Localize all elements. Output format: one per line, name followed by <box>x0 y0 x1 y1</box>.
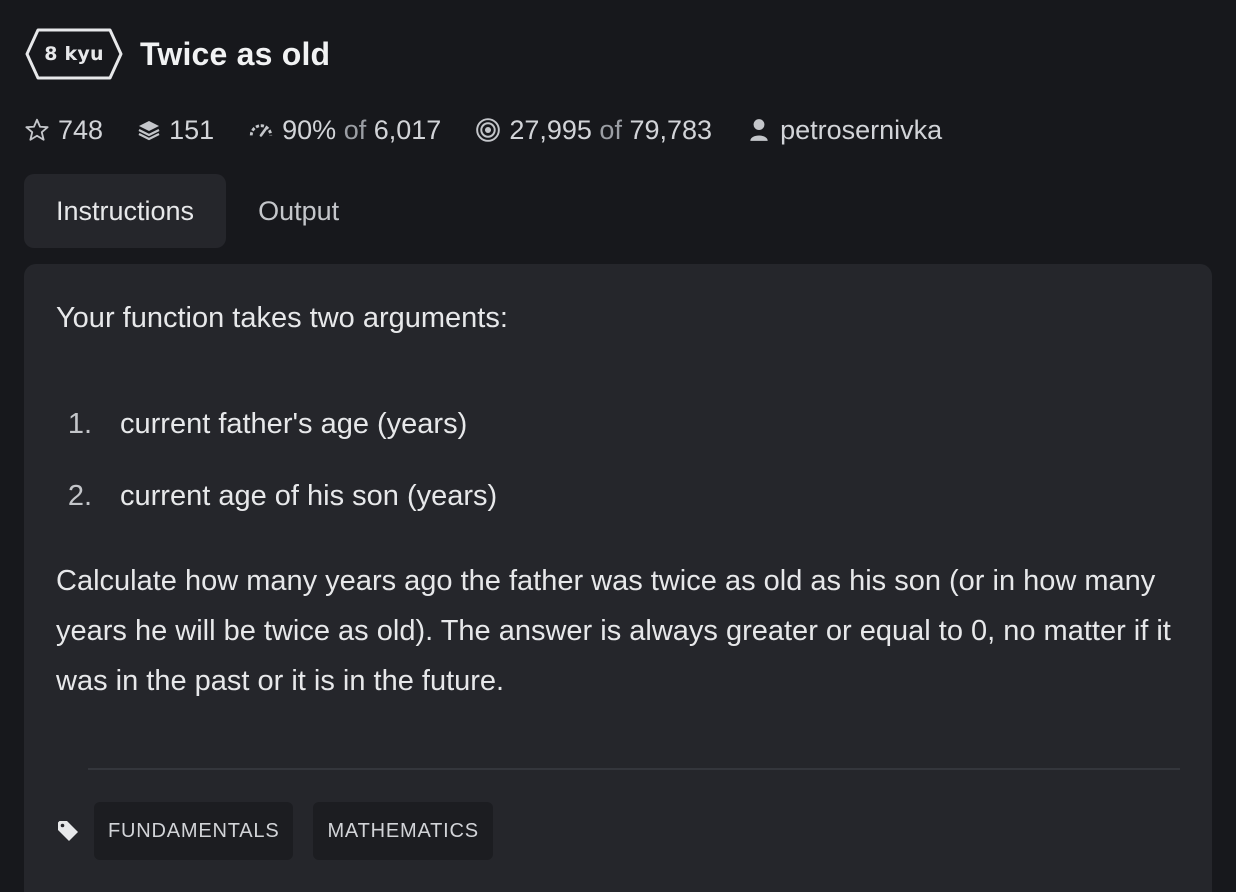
author-stat[interactable]: petrosernivka <box>746 115 942 146</box>
tab-output[interactable]: Output <box>226 174 371 248</box>
collections-count: 151 <box>169 114 215 145</box>
page-title: Twice as old <box>140 35 331 72</box>
completed-of: of <box>599 114 622 145</box>
list-item-number: 1. <box>67 407 92 440</box>
list-item: 1. current father's age (years) <box>56 388 497 460</box>
collections-stat[interactable]: 151 <box>137 115 214 146</box>
satisfaction-of: of <box>343 114 367 145</box>
list-item-text: current father's age (years) <box>120 407 468 440</box>
list-item-text: current age of his son (years) <box>120 479 498 512</box>
kata-page: 8 kyu Twice as old 748 151 90% of 6,017 … <box>0 0 1236 892</box>
instructions-intro: Your function takes two arguments: <box>56 302 508 334</box>
list-item-number: 2. <box>67 479 92 512</box>
tag-icon <box>56 811 94 851</box>
instructions-panel: Your function takes two arguments: 1. cu… <box>24 264 1212 892</box>
user-icon <box>746 117 772 143</box>
gauge-icon <box>248 117 274 143</box>
instructions-paragraph: Calculate how many years ago the father … <box>56 565 1171 697</box>
satisfaction-stat: 90% of 6,017 <box>248 115 441 146</box>
target-icon <box>475 117 501 143</box>
stars-count: 748 <box>58 114 104 145</box>
author-link[interactable]: petrosernivka <box>780 115 942 146</box>
stars-stat[interactable]: 748 <box>24 115 103 146</box>
completed-count: 27,995 <box>509 114 592 145</box>
kata-stats: 748 151 90% of 6,017 27,995 of 79,783 pe… <box>24 112 976 148</box>
tab-instructions[interactable]: Instructions <box>24 174 227 248</box>
kata-header: 8 kyu Twice as old <box>24 26 330 82</box>
tags-row: FUNDAMENTALS MATHEMATICS <box>56 802 513 860</box>
rank-label: 8 kyu <box>44 43 104 65</box>
star-outline-icon <box>24 117 50 143</box>
list-item: 2. current age of his son (years) <box>56 460 497 532</box>
divider <box>88 768 1180 770</box>
arguments-list: 1. current father's age (years) 2. curre… <box>56 388 497 532</box>
tag-mathematics[interactable]: MATHEMATICS <box>313 802 493 860</box>
layers-icon <box>137 118 161 142</box>
kata-tabs: Instructions Output <box>24 174 371 248</box>
completed-stat: 27,995 of 79,783 <box>475 115 712 146</box>
tag-fundamentals[interactable]: FUNDAMENTALS <box>94 802 294 860</box>
rank-badge: 8 kyu <box>24 27 124 81</box>
attempts-count: 79,783 <box>629 114 713 145</box>
satisfaction-percent: 90% <box>282 114 337 145</box>
satisfaction-votes: 6,017 <box>373 114 442 145</box>
